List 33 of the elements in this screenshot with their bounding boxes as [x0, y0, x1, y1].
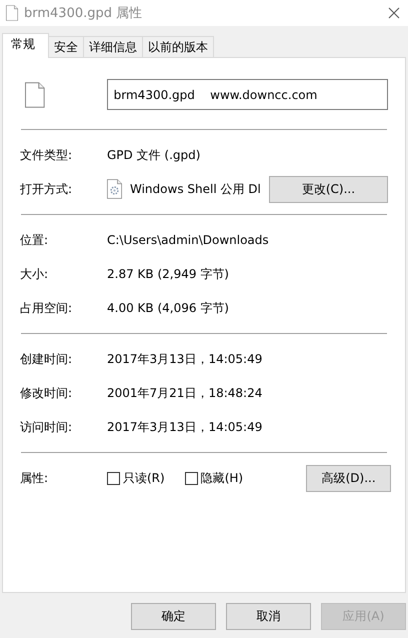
field-label: 位置:	[20, 232, 50, 248]
field-label: 大小:	[20, 266, 50, 282]
field-value: C:\Users\admin\Downloads	[107, 233, 269, 247]
field-label: 打开方式:	[20, 180, 74, 198]
app-name: Windows Shell 公用 Dl	[130, 180, 261, 198]
field-label: 属性:	[20, 470, 50, 486]
close-icon[interactable]	[388, 7, 400, 19]
gear-file-icon	[107, 179, 122, 199]
file-icon	[25, 82, 45, 108]
file-name-field[interactable]: brm4300.gpd www.downcc.com	[106, 79, 388, 110]
dialog-button[interactable]: 取消	[226, 603, 311, 630]
field-label: 创建时间:	[20, 350, 74, 368]
field-value: 2001年7月21日，18:48:24	[107, 384, 262, 402]
field-label: 访问时间:	[20, 418, 74, 436]
dialog-button[interactable]: 确定	[131, 603, 216, 630]
tab[interactable]: 常规	[2, 33, 49, 58]
tab[interactable]: 以前的版本	[142, 36, 214, 57]
change-button[interactable]: 更改(C)...	[268, 176, 388, 202]
field-label: 文件类型:	[20, 146, 74, 164]
field-value: 4.00 KB (4,096 字节)	[107, 300, 229, 316]
checkbox-label[interactable]: 隐藏(H)	[200, 470, 244, 486]
checkbox-label[interactable]: 只读(R)	[123, 470, 165, 486]
checkbox[interactable]	[107, 472, 120, 484]
field-value: 2017年3月13日，14:05:49	[107, 350, 262, 368]
field-value: GPD 文件 (.gpd)	[107, 146, 200, 164]
field-value: 2017年3月13日，14:05:49	[107, 418, 262, 436]
field-value: 2.87 KB (2,949 字节)	[107, 266, 229, 282]
field-label: 占用空间:	[20, 300, 74, 316]
checkbox[interactable]	[184, 472, 198, 484]
window-title: brm4300.gpd 属性	[24, 5, 144, 22]
field-label: 修改时间:	[20, 384, 74, 402]
advanced-button[interactable]: 高级(D)...	[306, 464, 391, 492]
file-icon	[6, 5, 18, 21]
